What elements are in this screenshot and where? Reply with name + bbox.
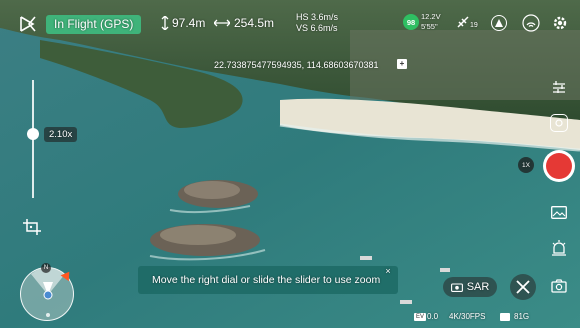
flight-status-badge: In Flight (GPS)	[46, 15, 142, 34]
obstacle-avoidance-icon[interactable]	[491, 15, 507, 31]
crop-frame-icon[interactable]	[22, 218, 42, 236]
distance-icon	[214, 18, 230, 28]
tip-close-icon[interactable]: ×	[383, 266, 393, 276]
drone-camera-view: In Flight (GPS) 97.4m 254.5m HS 3.6m/s V…	[0, 0, 580, 328]
ev-badge: EV	[414, 313, 427, 321]
camera-settings-icon[interactable]	[551, 80, 567, 94]
switch-camera-icon[interactable]	[550, 114, 568, 132]
camera-zoom-label: 1X	[522, 161, 530, 169]
resolution-fps: 4K/30FPS	[449, 312, 486, 321]
battery-icon: 98	[403, 14, 419, 30]
close-panel-button[interactable]	[510, 274, 536, 300]
sar-button[interactable]: SAR	[443, 277, 497, 297]
battery-time: 5'55"	[421, 22, 438, 31]
sar-label: SAR	[466, 281, 490, 293]
signal-icon	[522, 14, 540, 32]
zoom-level-label: 2.10x	[44, 127, 78, 142]
horizontal-speed: HS 3.6m/s	[296, 12, 339, 22]
record-dot-icon	[546, 153, 572, 179]
gps-coordinates: 22.733875477594935, 114.68603670381	[214, 60, 379, 70]
altitude-value: 97.4m	[172, 16, 206, 30]
storage-remaining: 81G	[514, 312, 530, 321]
copy-coordinates-icon[interactable]: +	[397, 59, 407, 69]
distance-value: 254.5m	[234, 16, 275, 30]
gallery-icon[interactable]	[551, 205, 567, 219]
vertical-speed: VS 6.6m/s	[296, 23, 338, 33]
battery-voltage: 12.2V	[421, 12, 441, 21]
camera-mode-icon[interactable]	[551, 278, 567, 294]
zoom-tip-text: Move the right dial or slide the slider …	[152, 274, 381, 286]
alarm-light-icon[interactable]	[551, 240, 567, 256]
camera-zoom-button[interactable]: 1X	[518, 157, 534, 173]
close-icon	[516, 280, 530, 294]
satellite-count: 19	[470, 22, 478, 29]
sar-camera-icon	[450, 283, 463, 292]
battery-percent: 98	[406, 17, 416, 27]
satellite-icon	[456, 15, 470, 29]
ev-value: 0.0	[427, 312, 439, 321]
record-button[interactable]	[543, 150, 575, 182]
compass-north-label: N	[43, 265, 49, 271]
zoom-slider-handle[interactable]	[27, 128, 39, 140]
compass-north-indicator: N	[41, 263, 51, 273]
zoom-tip-toast: Move the right dial or slide the slider …	[138, 266, 398, 294]
sd-card-icon	[500, 313, 510, 321]
altitude-icon	[160, 15, 170, 31]
back-icon[interactable]	[18, 15, 40, 33]
settings-gear-icon[interactable]	[551, 14, 569, 32]
